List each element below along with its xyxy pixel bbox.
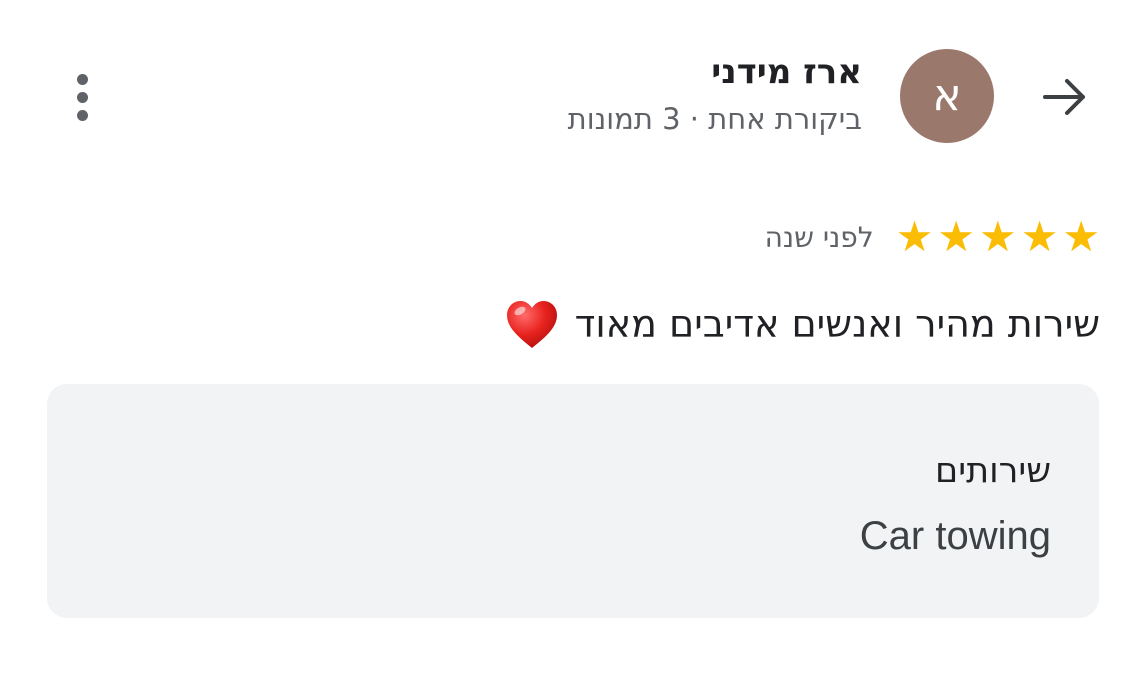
arrow-right-icon — [1043, 79, 1085, 115]
more-vert-icon-dot — [76, 109, 88, 121]
back-button[interactable] — [1038, 70, 1092, 124]
services-card: שירותים Car towing — [47, 384, 1099, 618]
reviewer-name[interactable]: ארז מידני — [711, 52, 862, 93]
star-icon: ★ — [979, 212, 1017, 261]
services-value: Car towing — [859, 514, 1051, 558]
star-icon: ★ — [1062, 212, 1100, 261]
review-text-row: שירות מהיר ואנשים אדיבים מאוד — [503, 296, 1100, 354]
star-icon: ★ — [937, 212, 976, 261]
rating-row: ★ ★ ★ ★ ★ לפני שנה — [765, 212, 1100, 262]
avatar-letter: א — [932, 70, 962, 121]
services-title: שירותים — [935, 451, 1051, 491]
star-icon: ★ — [1020, 212, 1059, 261]
more-vert-icon — [76, 73, 88, 85]
star-rating: ★ ★ ★ ★ ★ — [896, 216, 1100, 258]
more-options-button[interactable] — [62, 70, 102, 124]
heart-icon — [503, 296, 561, 354]
more-vert-icon-dot — [76, 91, 88, 103]
review-page: א ארז מידני ביקורת אחת · 3 תמונות ★ ★ ★ … — [0, 0, 1146, 690]
review-text: שירות מהיר ואנשים אדיבים מאוד — [574, 302, 1100, 347]
reviewer-meta: ביקורת אחת · 3 תמונות — [567, 102, 862, 136]
star-icon: ★ — [895, 212, 934, 261]
review-time: לפני שנה — [764, 220, 874, 254]
avatar[interactable]: א — [900, 49, 994, 143]
